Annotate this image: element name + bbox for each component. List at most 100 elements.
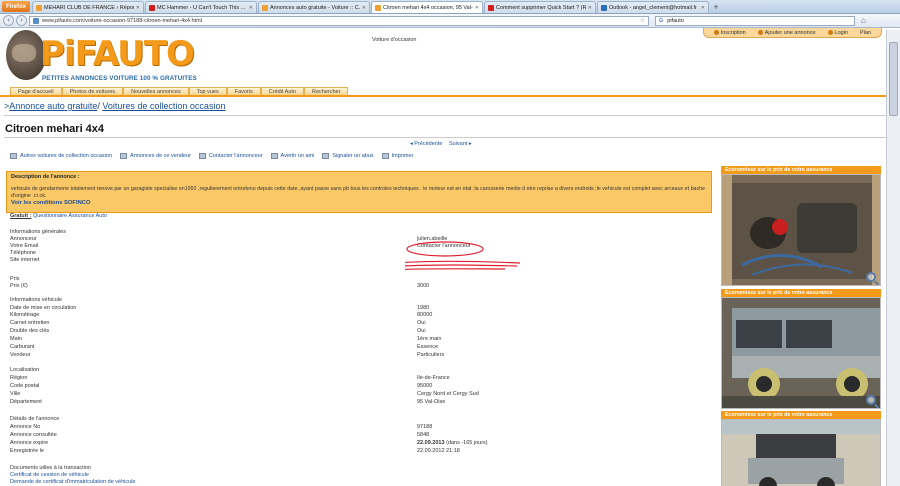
photo-car-side bbox=[722, 298, 880, 408]
folder-icon bbox=[120, 153, 128, 159]
section-title: Documents utiles à la transaction bbox=[10, 465, 92, 471]
menu-home[interactable]: Page d'accueil bbox=[10, 87, 62, 95]
section-title: Informations véhicule bbox=[10, 297, 62, 303]
previous-link[interactable]: ◂ Précédente bbox=[410, 141, 442, 147]
favicon-icon bbox=[36, 4, 42, 11]
insurance-questionnaire-link[interactable]: Questionnaire Assurance Auto bbox=[33, 213, 107, 219]
menu-divider bbox=[0, 95, 900, 97]
browser-tab[interactable]: Outlook - angel_clement@hotmail.fr ✕ bbox=[597, 1, 709, 13]
car-photo[interactable] bbox=[721, 419, 881, 486]
sitemap-link[interactable]: Plan bbox=[854, 30, 877, 36]
other-cars-link[interactable]: Autres voitures de collection occasion bbox=[10, 153, 112, 159]
insurance-banner[interactable]: Economisez sur le prix de votre assuranc… bbox=[721, 289, 881, 297]
add-listing-link[interactable]: Ajouter une annonce bbox=[752, 30, 822, 36]
divider bbox=[4, 115, 896, 116]
tell-friend-link[interactable]: Avertir un ami bbox=[270, 153, 314, 159]
red-annotation bbox=[405, 241, 521, 270]
print-link[interactable]: Imprimer bbox=[381, 153, 413, 159]
breadcrumb-category[interactable]: Voitures de collection occasion bbox=[102, 101, 225, 111]
user-icon bbox=[713, 30, 719, 35]
site-logo[interactable]: PiFAUTO PETITES ANNONCES VOITURE 100 % G… bbox=[6, 30, 216, 88]
menu-new[interactable]: Nouvelles annonces bbox=[123, 87, 189, 95]
mail-icon bbox=[198, 153, 206, 159]
browser-tab[interactable]: MC Hammer - U Can't Touch This ... ✕ bbox=[145, 1, 257, 13]
zoom-icon[interactable] bbox=[866, 395, 876, 405]
table-row: Enregistrée le 22.09.2012 21:18 bbox=[10, 448, 460, 454]
photo-card: Economisez sur le prix de votre assuranc… bbox=[721, 411, 881, 486]
table-row: Ville Cergy Nord et Cergy Sud bbox=[10, 391, 479, 397]
table-row: Code postal 95000 bbox=[10, 383, 433, 389]
new-tab-button[interactable]: + bbox=[710, 2, 722, 13]
scrollbar-thumb[interactable] bbox=[889, 42, 898, 116]
browser-nav-bar: ‹ › www.pifauto.com/voiture-occasion-971… bbox=[0, 14, 900, 28]
browser-tab-active[interactable]: Citroen mehari 4x4 occasion, 95 Val-... ✕ bbox=[371, 1, 483, 13]
photo-engine-bay bbox=[722, 175, 880, 285]
description-box: Description de l'annonce : vehicule de g… bbox=[6, 171, 712, 213]
insurance-banner[interactable]: Economisez sur le prix de votre assuranc… bbox=[721, 166, 881, 174]
document-link-immatriculation[interactable]: Demande de certificat d'immatriculation … bbox=[10, 479, 710, 485]
friend-icon bbox=[270, 153, 278, 159]
table-row: Région Ile-de-France bbox=[10, 375, 450, 381]
close-icon[interactable]: ✕ bbox=[475, 5, 479, 11]
logo-text: PiFAUTO bbox=[40, 34, 195, 74]
breadcrumb: >Annonce auto gratuite/ Voitures de coll… bbox=[4, 101, 226, 111]
next-link[interactable]: Suivant ▸ bbox=[449, 141, 472, 147]
menu-favorites[interactable]: Favoris bbox=[226, 87, 261, 95]
description-text: vehicule de gendarmerie totalement renov… bbox=[11, 186, 705, 199]
list-icon bbox=[10, 153, 17, 159]
table-row: Téléphone bbox=[10, 250, 36, 256]
close-icon[interactable]: ✕ bbox=[588, 5, 592, 11]
browser-tab[interactable]: Comment supprimer Quick Start ? (R... ✕ bbox=[484, 1, 596, 13]
menu-credit[interactable]: Crédit Auto bbox=[260, 87, 304, 95]
table-row: Votre Email Contacter l'annonceur bbox=[10, 243, 471, 249]
close-icon[interactable]: ✕ bbox=[701, 5, 705, 11]
browser-tab[interactable]: Annonces auto gratuite - Voiture :: C...… bbox=[258, 1, 370, 13]
table-row: Annonceur julien.abeille bbox=[10, 236, 448, 242]
page-scrollbar[interactable] bbox=[886, 30, 900, 486]
seller-listings-link[interactable]: Annonces de ce vendeur bbox=[120, 153, 191, 159]
signup-link[interactable]: Inscription bbox=[708, 30, 752, 36]
table-row: Carnet entretien Oui bbox=[10, 320, 426, 326]
address-bar[interactable]: www.pifauto.com/voiture-occasion-97188-c… bbox=[29, 15, 649, 26]
back-button[interactable]: ‹ bbox=[3, 15, 14, 26]
printer-icon bbox=[381, 153, 389, 159]
header-label: Voiture d'occasion bbox=[372, 37, 417, 43]
table-row: Carburant Essence bbox=[10, 344, 439, 350]
close-icon[interactable]: ✕ bbox=[362, 5, 366, 11]
report-abuse-link[interactable]: Signaler un abus bbox=[322, 153, 374, 159]
car-photo[interactable] bbox=[721, 174, 881, 286]
search-box[interactable]: G pifauto bbox=[655, 15, 855, 26]
browser-tab-bar: Firefox MEHARI CLUB DE FRANCE › Répondre… bbox=[0, 0, 900, 14]
photo-car-front bbox=[722, 420, 880, 486]
login-link[interactable]: Login bbox=[822, 30, 854, 36]
zoom-icon[interactable] bbox=[866, 272, 876, 282]
menu-photos[interactable]: Photos de voitures bbox=[61, 87, 124, 95]
table-row: Main 1ère main bbox=[10, 336, 442, 342]
favicon-icon bbox=[262, 4, 268, 11]
home-icon[interactable]: ⌂ bbox=[861, 16, 866, 25]
menu-search[interactable]: Rechercher bbox=[303, 87, 349, 95]
site-identity-icon bbox=[33, 17, 39, 24]
bookmark-star-icon[interactable]: ☆ bbox=[640, 17, 645, 24]
close-icon[interactable]: ✕ bbox=[249, 5, 253, 11]
logo-tagline: PETITES ANNONCES VOITURE 100 % GRATUITES bbox=[42, 75, 197, 82]
top-links: Inscription Ajouter une annonce Login Pl… bbox=[702, 28, 882, 38]
pagination: ◂ Précédente Suivant ▸ bbox=[410, 141, 477, 147]
table-row: Site internet bbox=[10, 257, 40, 263]
contact-seller-link[interactable]: Contacter l'annonceur bbox=[198, 153, 263, 159]
document-link-cession[interactable]: Certificat de cession de véhicule bbox=[10, 472, 710, 478]
close-icon[interactable]: ✕ bbox=[136, 5, 140, 11]
table-row: Kilométrage 80000 bbox=[10, 312, 433, 318]
insurance-banner[interactable]: Economisez sur le prix de votre assuranc… bbox=[721, 411, 881, 419]
sofinco-link[interactable]: Voir les conditions SOFINCO bbox=[11, 200, 707, 206]
menu-top[interactable]: Top vues bbox=[188, 87, 227, 95]
photo-card: Economisez sur le prix de votre assuranc… bbox=[721, 289, 881, 409]
forward-button[interactable]: › bbox=[16, 15, 27, 26]
outlook-icon bbox=[601, 4, 607, 11]
table-row: Annonce consultée 5848 bbox=[10, 432, 430, 438]
free-insurance: Gratuit : Questionnaire Assurance Auto bbox=[10, 213, 107, 219]
firefox-menu-button[interactable]: Firefox bbox=[2, 1, 30, 12]
car-photo[interactable] bbox=[721, 297, 881, 409]
breadcrumb-home[interactable]: Annonce auto gratuite bbox=[9, 101, 97, 111]
browser-tab[interactable]: MEHARI CLUB DE FRANCE › Répondre✕ bbox=[32, 1, 144, 13]
